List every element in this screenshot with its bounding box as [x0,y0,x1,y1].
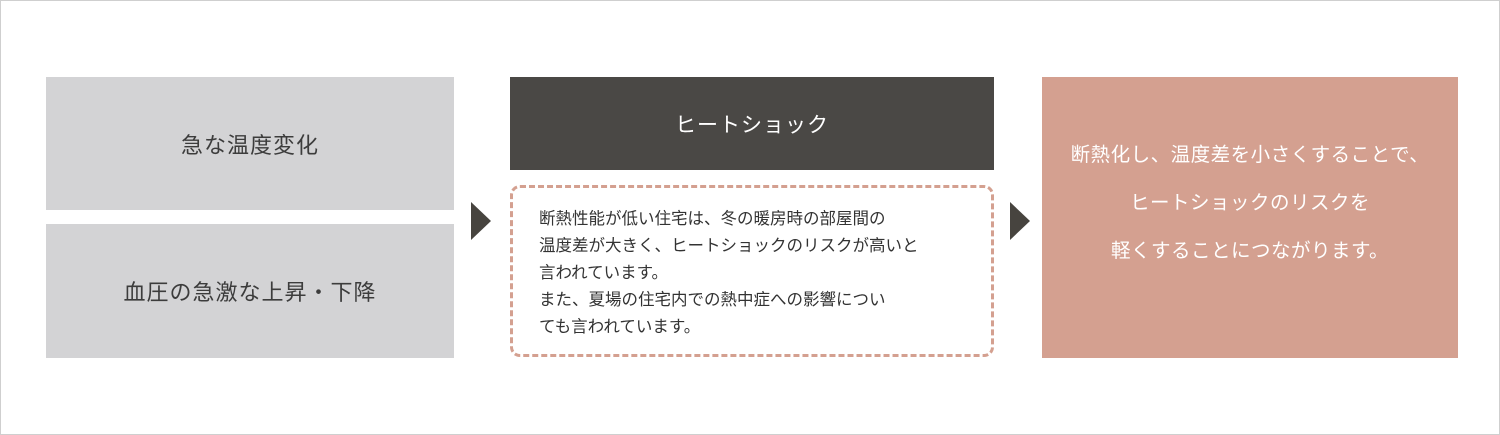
arrow-right-icon [1010,202,1030,240]
diagram-frame: 急な温度変化 血圧の急激な上昇・下降 ヒートショック 断熱性能が低い住宅は、冬の… [0,0,1500,435]
heat-shock-header: ヒートショック [510,77,994,170]
description-line: 温度差が大きく、ヒートショックのリスクが高いと [539,236,919,255]
heat-shock-title: ヒートショック [675,112,829,137]
cause-box-temperature-change: 急な温度変化 [46,77,454,210]
cause-label-temperature-change: 急な温度変化 [180,133,319,159]
description-line: 断熱性能が低い住宅は、冬の暖房時の部屋間の [539,209,886,228]
arrow-right-icon [471,202,491,240]
result-line: 軽くすることにつながります。 [1110,238,1390,262]
result-line: ヒートショックのリスクを [1129,190,1370,214]
result-box: 断熱化し、温度差を小さくすることで、 ヒートショックのリスクを 軽くすることにつ… [1042,77,1458,358]
result-line: 断熱化し、温度差を小さくすることで、 [1070,142,1430,166]
description-line: 言われています。 [539,263,669,282]
cause-label-blood-pressure: 血圧の急激な上昇・下降 [123,281,377,306]
cause-box-blood-pressure: 血圧の急激な上昇・下降 [46,224,454,358]
description-line: ても言われています。 [539,317,701,336]
heat-shock-description-box: 断熱性能が低い住宅は、冬の暖房時の部屋間の 温度差が大きく、ヒートショックのリス… [510,185,994,357]
description-line: また、夏場の住宅内での熱中症への影響につい [539,290,886,309]
